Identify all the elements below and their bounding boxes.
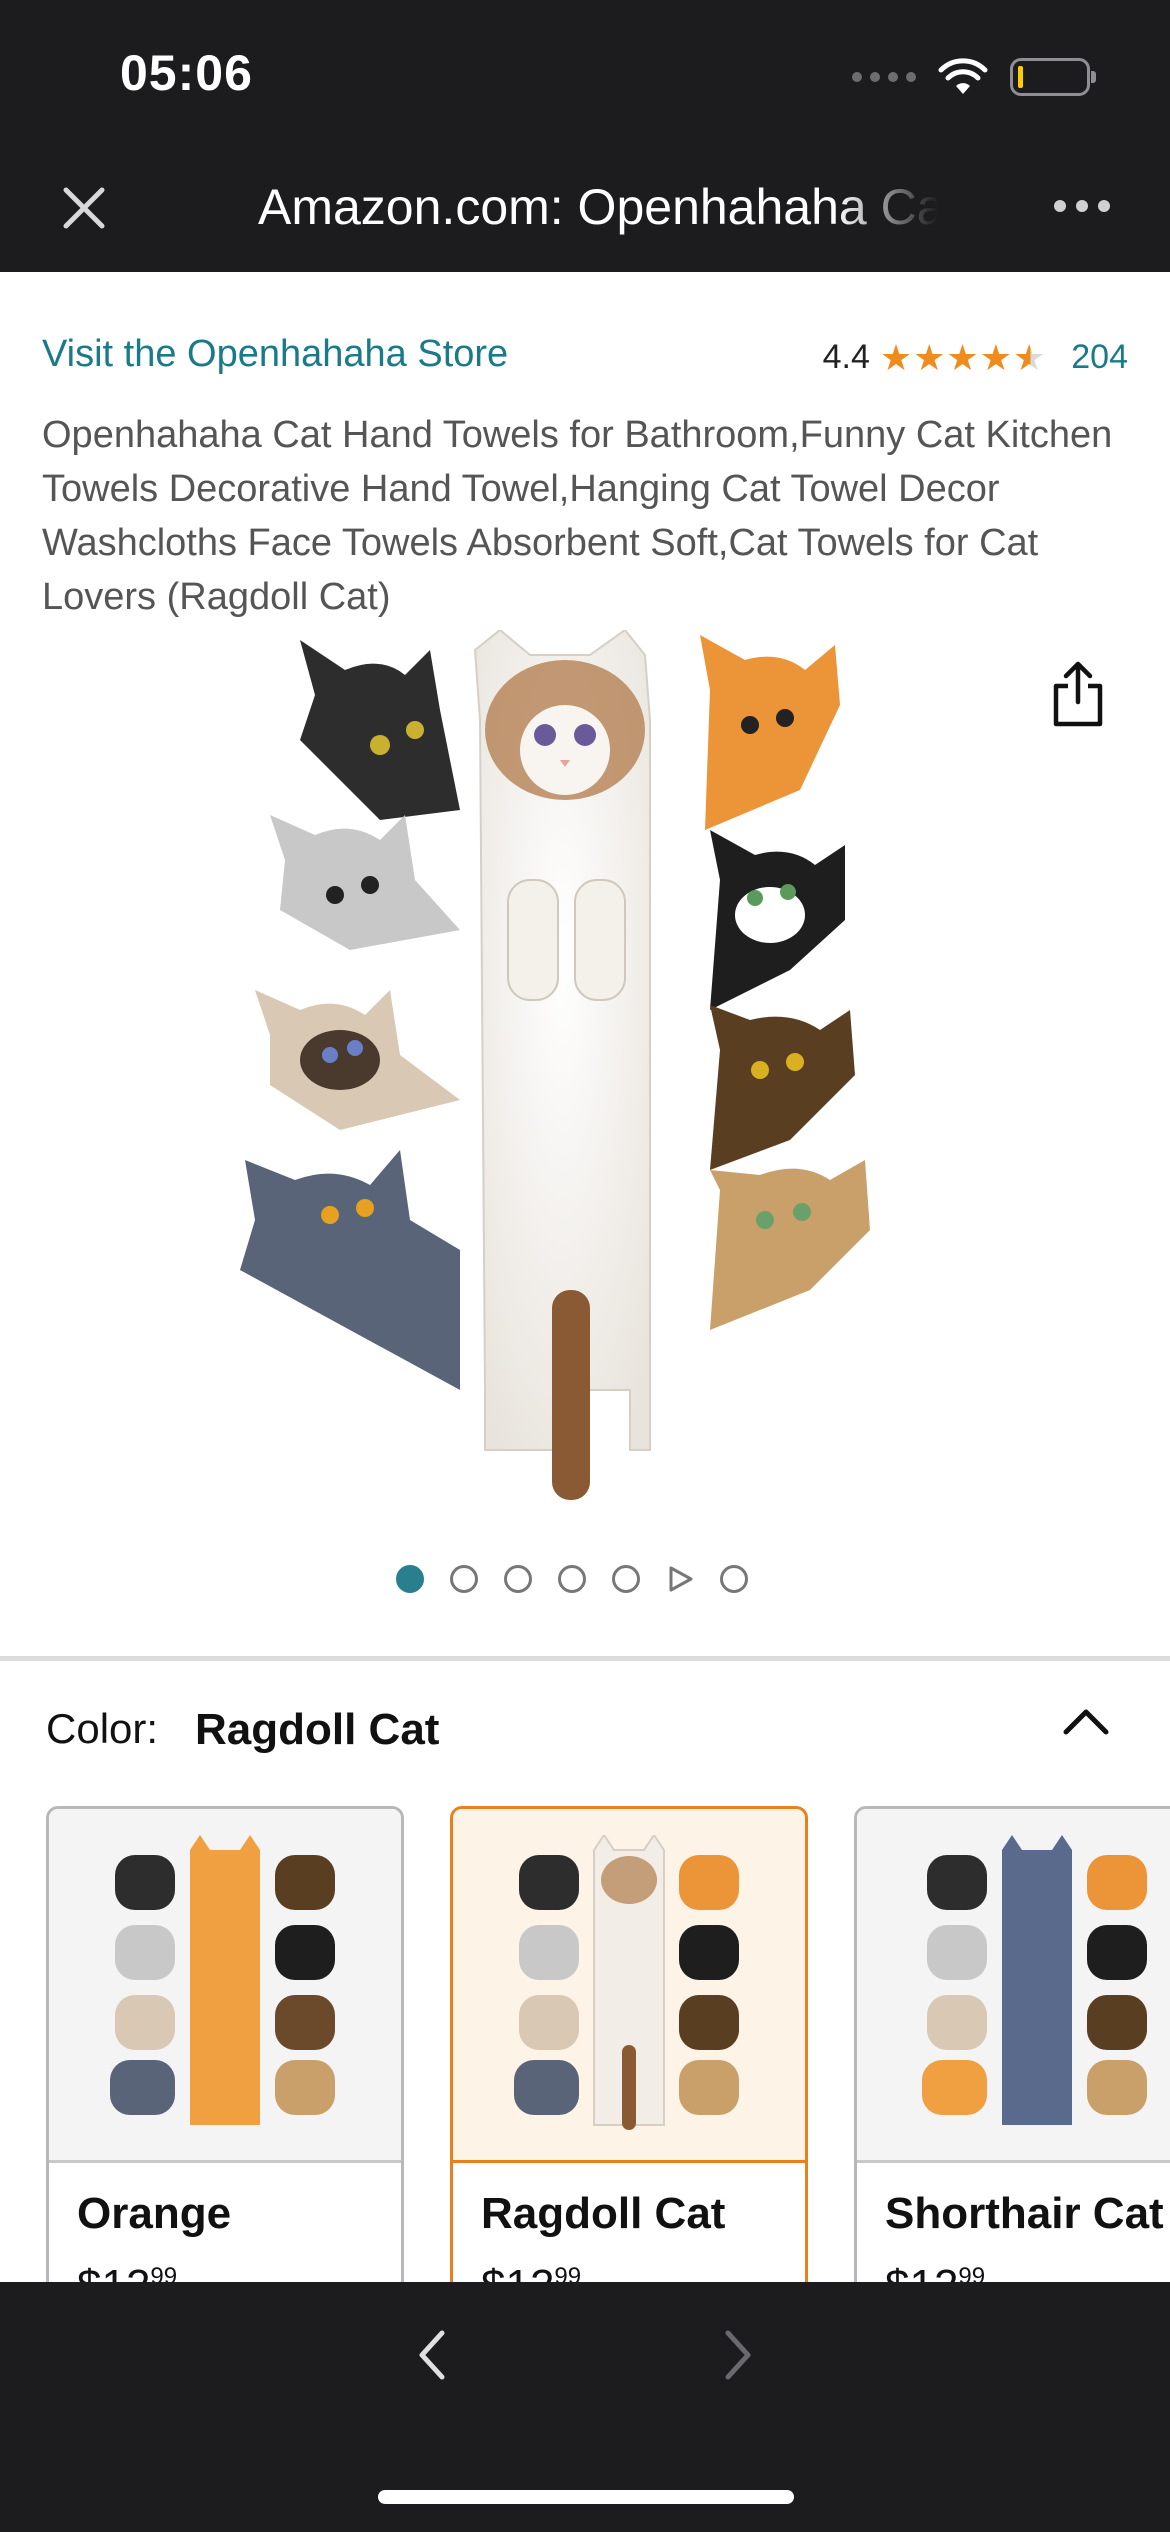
color-option-ragdoll-cat[interactable]: Ragdoll Cat $1299 — [450, 1806, 808, 2326]
share-icon — [1053, 661, 1103, 727]
rating-value: 4.4 — [822, 338, 870, 376]
chevron-left-icon — [419, 2330, 445, 2380]
close-icon — [63, 187, 105, 229]
forward-button[interactable] — [718, 2325, 758, 2385]
image-carousel-indicator — [396, 1565, 748, 1593]
color-option-orange[interactable]: Orange $1299 — [46, 1806, 404, 2326]
chevron-up-icon — [1063, 1709, 1109, 1735]
carousel-dot[interactable] — [450, 1565, 478, 1593]
swatch-name: Ragdoll Cat — [481, 2189, 726, 2238]
carousel-dot[interactable] — [504, 1565, 532, 1593]
swatch-thumbnail — [922, 1834, 1147, 2125]
carousel-video-dot[interactable] — [666, 1565, 694, 1593]
visit-store-link[interactable]: Visit the Openhahaha Store — [42, 333, 508, 376]
color-option-shorthair-cat[interactable]: Shorthair Cat $1299 — [854, 1806, 1170, 2326]
status-time: 05:06 — [120, 45, 253, 101]
status-icons — [852, 52, 1096, 102]
swatch-name: Orange — [77, 2189, 232, 2238]
wifi-icon — [938, 58, 988, 94]
swatch-thumbnail — [514, 1834, 739, 2130]
carousel-dot[interactable] — [558, 1565, 586, 1593]
cellular-signal-icon — [852, 72, 916, 82]
product-image[interactable] — [230, 630, 940, 1510]
section-divider — [0, 1656, 1170, 1661]
battery-icon — [1010, 58, 1096, 96]
swatch-image — [453, 1809, 805, 2163]
towel-shape — [1002, 1834, 1072, 2125]
swatch-image — [857, 1809, 1170, 2163]
back-button[interactable] — [412, 2325, 452, 2385]
rating-count-link[interactable]: 204 — [1071, 338, 1128, 377]
home-indicator[interactable] — [378, 2490, 794, 2504]
color-label: Color: — [46, 1705, 159, 1752]
swatch-image — [49, 1809, 401, 2163]
carousel-dot[interactable] — [396, 1565, 424, 1593]
product-title: Openhahaha Cat Hand Towels for Bathroom,… — [42, 414, 1113, 618]
swatch-name: Shorthair Cat — [885, 2189, 1164, 2238]
carousel-dot[interactable] — [612, 1565, 640, 1593]
rating-summary[interactable]: 4.4 ★ ★ ★ ★ ★ 204 — [823, 338, 1128, 377]
selected-color: Ragdoll Cat — [195, 1705, 440, 1754]
chevron-right-icon — [725, 2330, 751, 2380]
swatch-thumbnail — [110, 1834, 335, 2125]
page-title: Amazon.com: Openhahaha Cat — [258, 179, 938, 235]
towel-shape — [190, 1834, 260, 2125]
share-button[interactable] — [1046, 658, 1110, 730]
star-rating-icon: ★ ★ ★ ★ ★ — [879, 336, 1046, 378]
carousel-dot[interactable] — [720, 1565, 748, 1593]
play-icon — [669, 1566, 693, 1592]
collapse-colors-button[interactable] — [1060, 1700, 1112, 1740]
close-button[interactable] — [52, 176, 116, 240]
more-options-button[interactable] — [1054, 200, 1110, 212]
